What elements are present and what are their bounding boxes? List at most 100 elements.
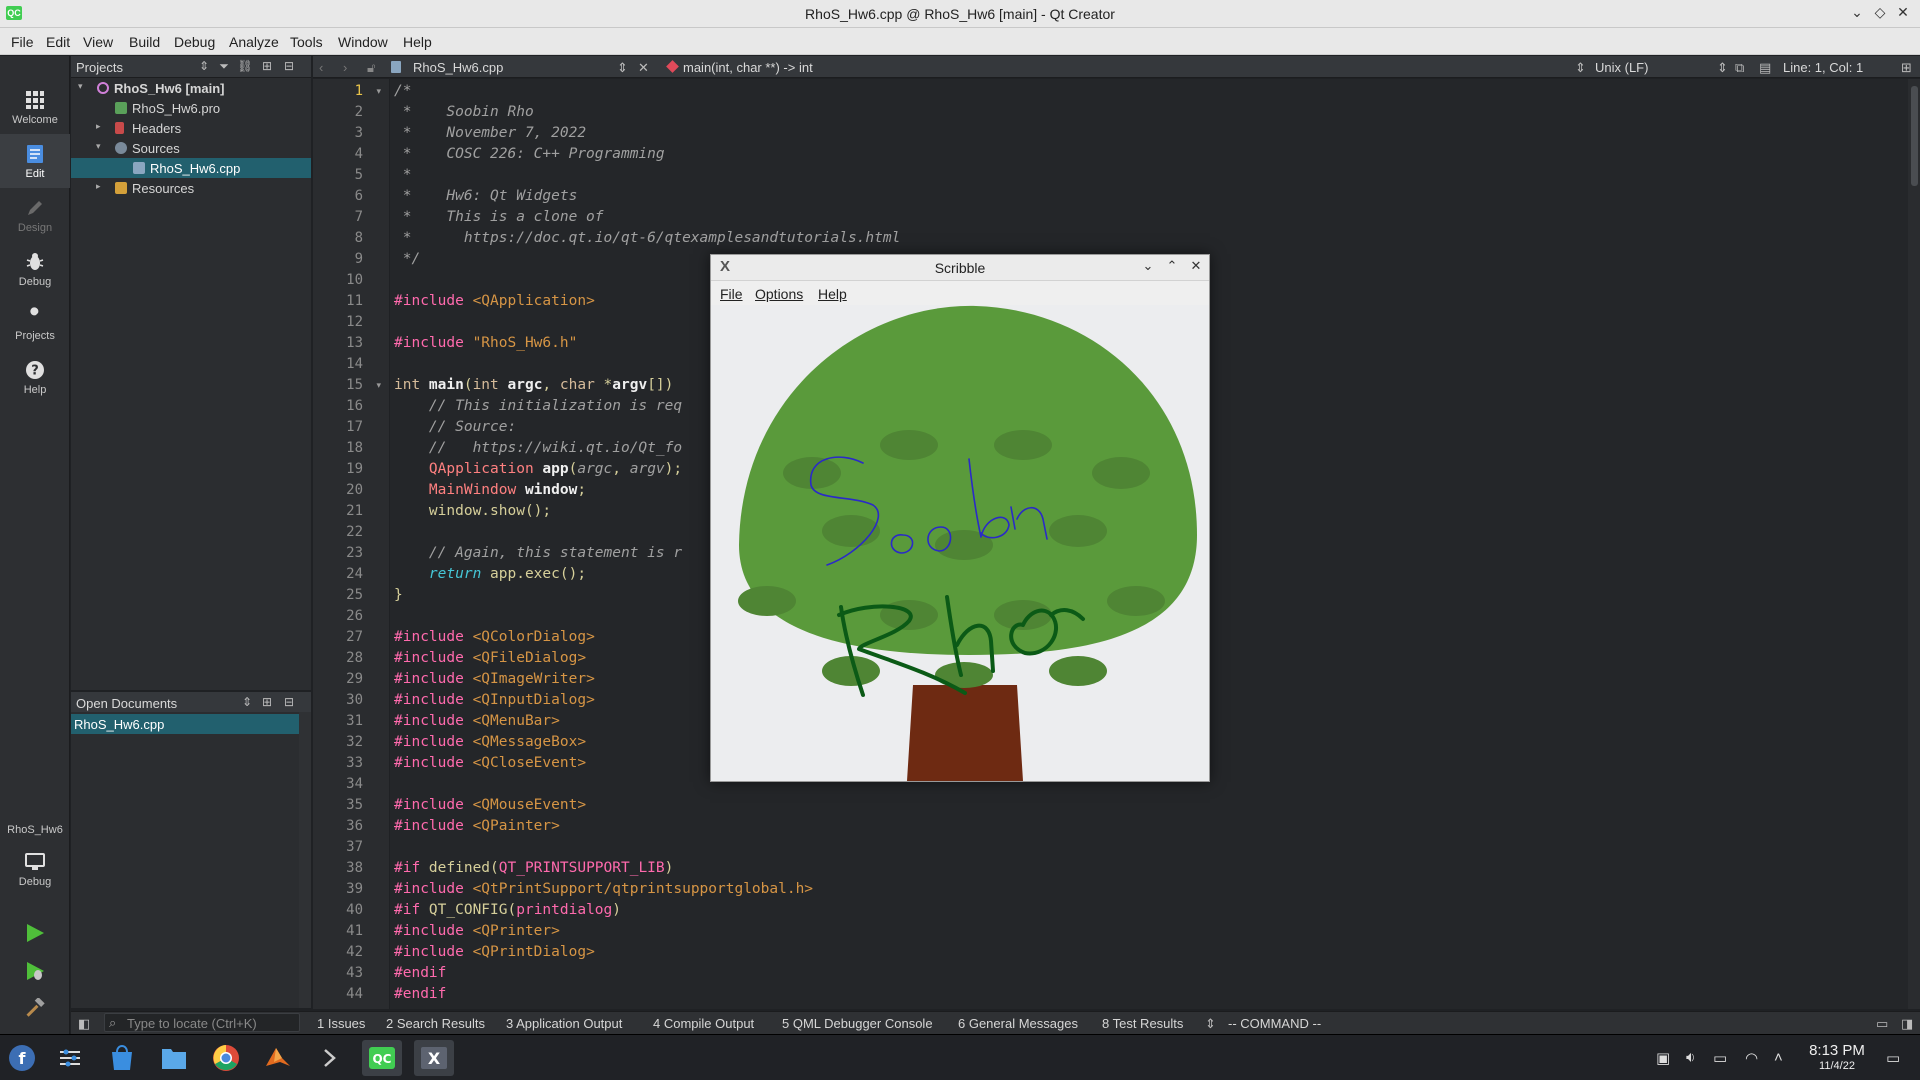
code-line[interactable]: #include <QApplication> xyxy=(394,291,595,312)
menu-debug[interactable]: Debug xyxy=(174,34,215,50)
code-line[interactable]: */ xyxy=(394,249,420,270)
clock[interactable]: 8:13 PM 11/4/22 xyxy=(1800,1042,1874,1072)
tab-search-results[interactable]: 2 Search Results xyxy=(386,1016,485,1031)
chrome-app[interactable] xyxy=(206,1040,246,1076)
mode-projects[interactable]: Projects xyxy=(0,296,70,350)
editor-scrollbar[interactable] xyxy=(1908,79,1920,1009)
tab-compile-output[interactable]: 4 Compile Output xyxy=(653,1016,754,1031)
tree-item-project[interactable]: ▾ RhoS_Hw6 [main] xyxy=(71,78,311,98)
fedora-menu-button[interactable]: f xyxy=(2,1040,42,1076)
menu-build[interactable]: Build xyxy=(129,34,160,50)
expand-arrow-icon[interactable]: ▸ xyxy=(96,181,101,192)
code-line[interactable]: * COSC 226: C++ Programming xyxy=(394,144,665,165)
code-line[interactable]: #if defined(QT_PRINTSUPPORT_LIB) xyxy=(394,858,673,879)
editor-scrollbar-thumb[interactable] xyxy=(1911,86,1918,186)
code-line[interactable]: * This is a clone of xyxy=(394,207,604,228)
code-line[interactable]: return app.exec(); xyxy=(394,564,586,585)
code-line[interactable]: // Source: xyxy=(394,417,516,438)
minimize-button[interactable]: ⌄ xyxy=(1848,4,1866,21)
code-line[interactable]: #include <QPrinter> xyxy=(394,921,560,942)
code-line[interactable]: #include <QMouseEvent> xyxy=(394,795,586,816)
nav-back-icon[interactable]: ‹ xyxy=(319,60,323,75)
code-line[interactable]: QApplication app(argc, argv); xyxy=(394,459,682,480)
menu-tools[interactable]: Tools xyxy=(290,34,323,50)
code-line[interactable]: // https://wiki.qt.io/Qt_fo xyxy=(394,438,682,459)
symbol-dropdown-arrow-icon[interactable]: ⇕ xyxy=(1575,60,1586,76)
menu-analyze[interactable]: Analyze xyxy=(229,34,279,50)
code-line[interactable]: #include <QInputDialog> xyxy=(394,690,595,711)
mode-edit[interactable]: Edit xyxy=(0,134,70,188)
code-line[interactable]: #include <QMessageBox> xyxy=(394,732,586,753)
toggle-sidebar-icon[interactable]: ◧ xyxy=(78,1016,90,1032)
code-line[interactable]: * Hw6: Qt Widgets xyxy=(394,186,578,207)
open-documents-scrollbar[interactable] xyxy=(299,712,311,1008)
file-dropdown-arrow-icon[interactable]: ⇕ xyxy=(617,60,628,76)
code-line[interactable]: #include <QFileDialog> xyxy=(394,648,586,669)
tree-item-sources[interactable]: ▾ Sources xyxy=(71,138,311,158)
locator-input[interactable]: ⌕ Type to locate (Ctrl+K) xyxy=(104,1013,300,1032)
progress-details-icon[interactable]: ▭ xyxy=(1876,1016,1888,1032)
scribble-close-button[interactable]: ✕ xyxy=(1187,258,1205,274)
more-tabs-icon[interactable]: ⇕ xyxy=(1205,1016,1216,1032)
matlab-app[interactable] xyxy=(258,1040,298,1076)
tab-general-messages[interactable]: 6 General Messages xyxy=(958,1016,1078,1031)
tree-item-resources[interactable]: ▸ Resources xyxy=(71,178,311,198)
code-line[interactable]: #endif xyxy=(394,963,446,984)
code-line[interactable]: * November 7, 2022 xyxy=(394,123,586,144)
tab-issues[interactable]: 1 Issues xyxy=(317,1016,365,1031)
menu-window[interactable]: Window xyxy=(338,34,388,50)
open-document-item[interactable]: RhoS_Hw6.cpp xyxy=(71,714,299,734)
scribble-minimize-button[interactable]: ⌄ xyxy=(1139,258,1157,274)
expand-arrow-icon[interactable]: ▾ xyxy=(96,141,101,152)
toggle-right-sidebar-icon[interactable]: ◨ xyxy=(1901,1016,1913,1032)
store-app[interactable] xyxy=(102,1040,142,1076)
code-line[interactable]: } xyxy=(394,585,403,606)
current-file-selector[interactable]: RhoS_Hw6.cpp xyxy=(413,60,503,75)
clipboard-icon[interactable]: ▣ xyxy=(1656,1049,1670,1067)
tray-expand-icon[interactable]: ˄ xyxy=(1774,1049,1783,1066)
menu-help[interactable]: Help xyxy=(403,34,432,50)
split-icon[interactable]: ⊞ xyxy=(259,59,275,73)
close-panel-icon[interactable]: ⊟ xyxy=(281,59,297,73)
tab-test-results[interactable]: 8 Test Results xyxy=(1102,1016,1183,1031)
code-line[interactable]: * xyxy=(394,165,412,186)
code-line[interactable]: #include <QCloseEvent> xyxy=(394,753,586,774)
mode-help[interactable]: ? Help xyxy=(0,350,70,404)
code-line[interactable]: int main(int argc, char *argv[]) xyxy=(394,375,673,396)
line-ending-selector[interactable]: Unix (LF) xyxy=(1595,60,1648,75)
code-line[interactable]: #endif xyxy=(394,984,446,1005)
menu-file[interactable]: File xyxy=(11,34,34,50)
split-icon[interactable]: ⊞ xyxy=(259,695,275,709)
symbol-selector[interactable]: main(int, char **) -> int xyxy=(683,60,813,75)
document-icon[interactable]: ▤ xyxy=(1759,60,1771,76)
show-desktop-icon[interactable]: ▭ xyxy=(1886,1049,1900,1067)
volume-icon[interactable]: 🔉︎ xyxy=(1686,1049,1695,1066)
code-line[interactable]: window.show(); xyxy=(394,501,551,522)
tree-item-cpp-file[interactable]: RhoS_Hw6.cpp xyxy=(71,158,311,178)
view-selector-icon[interactable]: ⇕ xyxy=(196,59,212,73)
scribble-menu-options[interactable]: Options xyxy=(755,286,803,302)
cursor-position[interactable]: Line: 1, Col: 1 xyxy=(1783,60,1863,75)
code-line[interactable]: * https://doc.qt.io/qt-6/qtexamplesandtu… xyxy=(394,228,901,249)
tab-application-output[interactable]: 3 Application Output xyxy=(506,1016,622,1031)
scribble-window[interactable]: X Scribble ⌄ ⌃ ✕ File Options Help xyxy=(710,254,1210,782)
view-selector-icon[interactable]: ⇕ xyxy=(239,695,255,709)
fold-marker-icon[interactable]: ▾ xyxy=(376,380,381,391)
terminal-app[interactable] xyxy=(310,1040,350,1076)
tree-item-headers[interactable]: ▸ Headers xyxy=(71,118,311,138)
code-line[interactable]: * Soobin Rho xyxy=(394,102,534,123)
mode-design[interactable]: Design xyxy=(0,188,70,242)
mode-welcome[interactable]: Welcome xyxy=(0,80,70,134)
line-number-gutter[interactable]: 1 2 3 4 5 6 7 8 9 10 11 12 13 14 15 16 17 18 19 20 21 22 23 24 2… xyxy=(313,79,389,1009)
build-hammer-icon[interactable] xyxy=(24,998,46,1020)
close-file-icon[interactable]: ✕ xyxy=(638,60,649,76)
scribble-maximize-button[interactable]: ⌃ xyxy=(1163,258,1181,274)
tab-qml-debugger-console[interactable]: 5 QML Debugger Console xyxy=(782,1016,933,1031)
code-line[interactable]: #include <QMenuBar> xyxy=(394,711,560,732)
fold-marker-icon[interactable]: ▾ xyxy=(376,86,381,97)
code-line[interactable]: MainWindow window; xyxy=(394,480,586,501)
run-icon[interactable] xyxy=(24,922,46,944)
battery-icon[interactable]: ▭ xyxy=(1713,1049,1727,1067)
split-editor-icon[interactable]: ⊞ xyxy=(1901,60,1912,76)
code-line[interactable]: // This initialization is req xyxy=(394,396,682,417)
